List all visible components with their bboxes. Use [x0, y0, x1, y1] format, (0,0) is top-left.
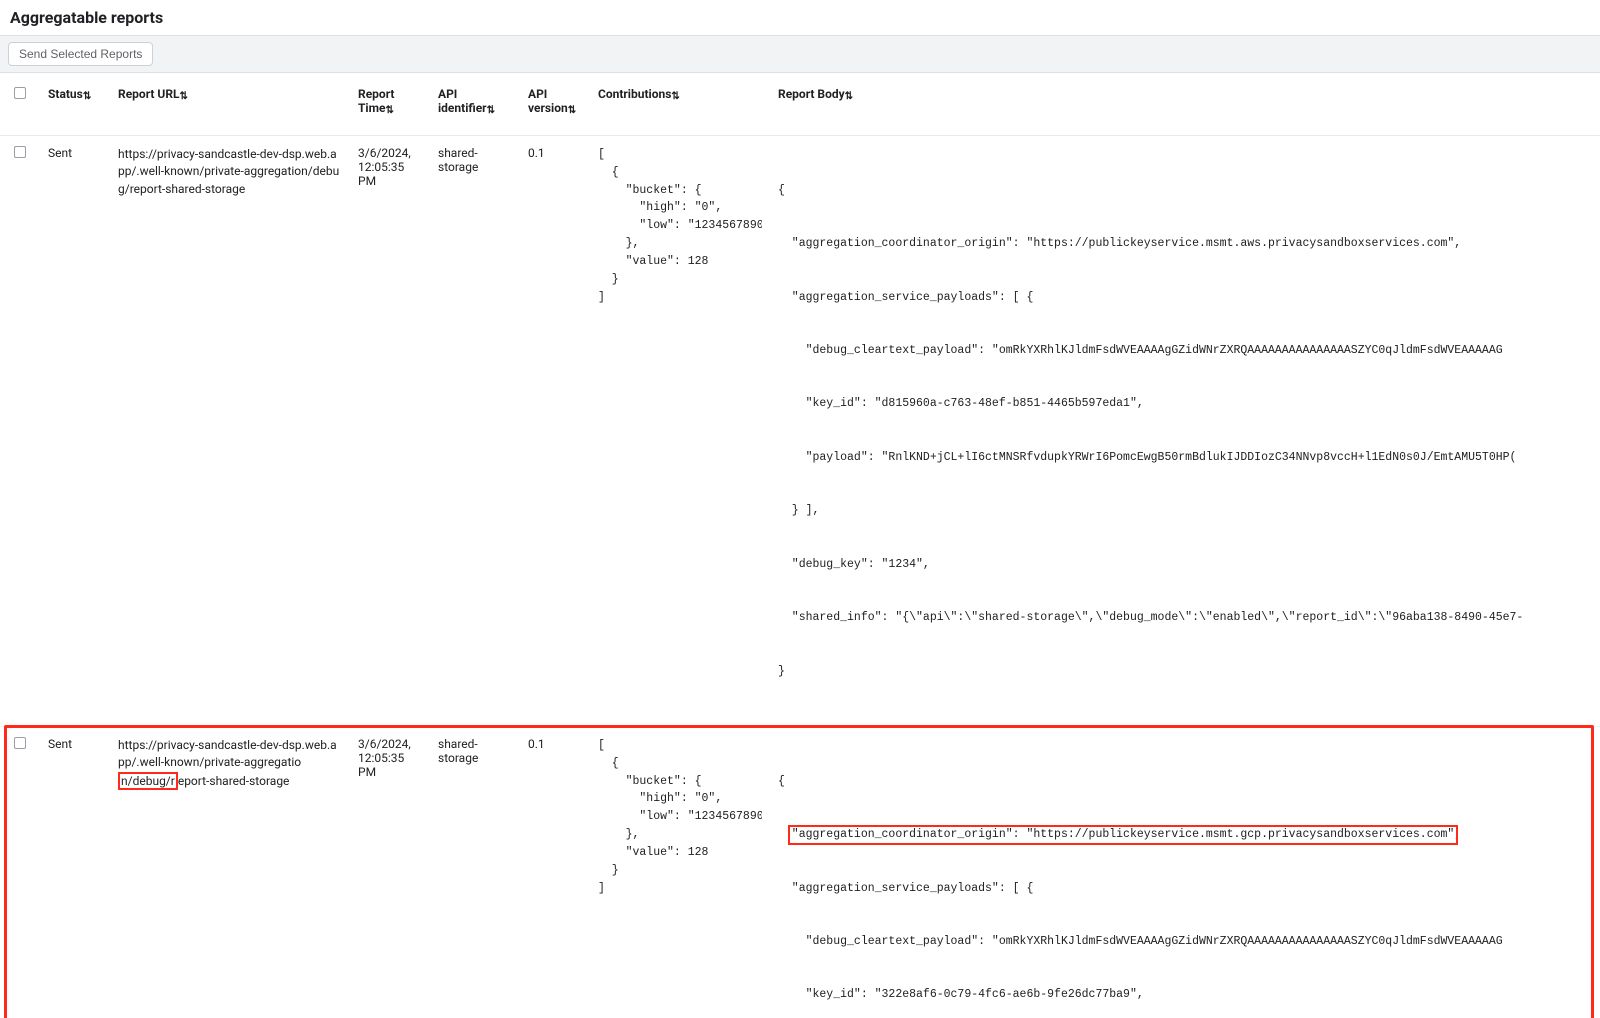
col-api-version[interactable]: API version⇅	[520, 73, 590, 136]
cell-report-url: https://privacy-sandcastle-dev-dsp.web.a…	[110, 136, 350, 727]
col-report-time[interactable]: Report Time⇅	[350, 73, 430, 136]
cell-report-body: { "aggregation_coordinator_origin": "htt…	[770, 136, 1600, 727]
table-row: Sent https://privacy-sandcastle-dev-dsp.…	[0, 136, 1600, 727]
cell-api-version: 0.1	[520, 136, 590, 727]
cell-api-identifier: shared-storage	[430, 727, 520, 1018]
table-header-row: Status⇅ Report URL⇅ Report Time⇅ API ide…	[0, 73, 1600, 136]
col-report-url[interactable]: Report URL⇅	[110, 73, 350, 136]
cell-api-version: 0.1	[520, 727, 590, 1018]
col-api-identifier[interactable]: API identifier⇅	[430, 73, 520, 136]
select-all-checkbox[interactable]	[14, 87, 26, 99]
table-row: Sent https://privacy-sandcastle-dev-dsp.…	[0, 727, 1600, 1018]
cell-status: Sent	[40, 136, 110, 727]
sort-icon: ⇅	[845, 91, 853, 102]
col-contributions[interactable]: Contributions⇅	[590, 73, 770, 136]
sort-icon: ⇅	[487, 105, 495, 116]
col-report-body[interactable]: Report Body⇅	[770, 73, 1600, 136]
cell-report-time: 3/6/2024, 12:05:35 PM	[350, 136, 430, 727]
sort-icon: ⇅	[671, 91, 679, 102]
cell-contributions: [ { "bucket": { "high": "0", "low": "123…	[590, 136, 770, 727]
row-checkbox[interactable]	[14, 146, 26, 158]
cell-report-time: 3/6/2024, 12:05:35 PM	[350, 727, 430, 1018]
page-title: Aggregatable reports	[0, 0, 1600, 35]
cell-api-identifier: shared-storage	[430, 136, 520, 727]
toolbar: Send Selected Reports	[0, 35, 1600, 73]
row-checkbox[interactable]	[14, 737, 26, 749]
sort-icon: ⇅	[568, 105, 576, 116]
sort-icon: ⇅	[83, 91, 91, 102]
cell-status: Sent	[40, 727, 110, 1018]
cell-contributions: [ { "bucket": { "high": "0", "low": "123…	[590, 727, 770, 1018]
col-status[interactable]: Status⇅	[40, 73, 110, 136]
sort-icon: ⇅	[180, 91, 188, 102]
cell-report-url: https://privacy-sandcastle-dev-dsp.web.a…	[110, 727, 350, 1018]
send-selected-button[interactable]: Send Selected Reports	[8, 42, 153, 66]
sort-icon: ⇅	[386, 105, 394, 116]
cell-report-body: { "aggregation_coordinator_origin": "htt…	[770, 727, 1600, 1018]
reports-table: Status⇅ Report URL⇅ Report Time⇅ API ide…	[0, 73, 1600, 1018]
